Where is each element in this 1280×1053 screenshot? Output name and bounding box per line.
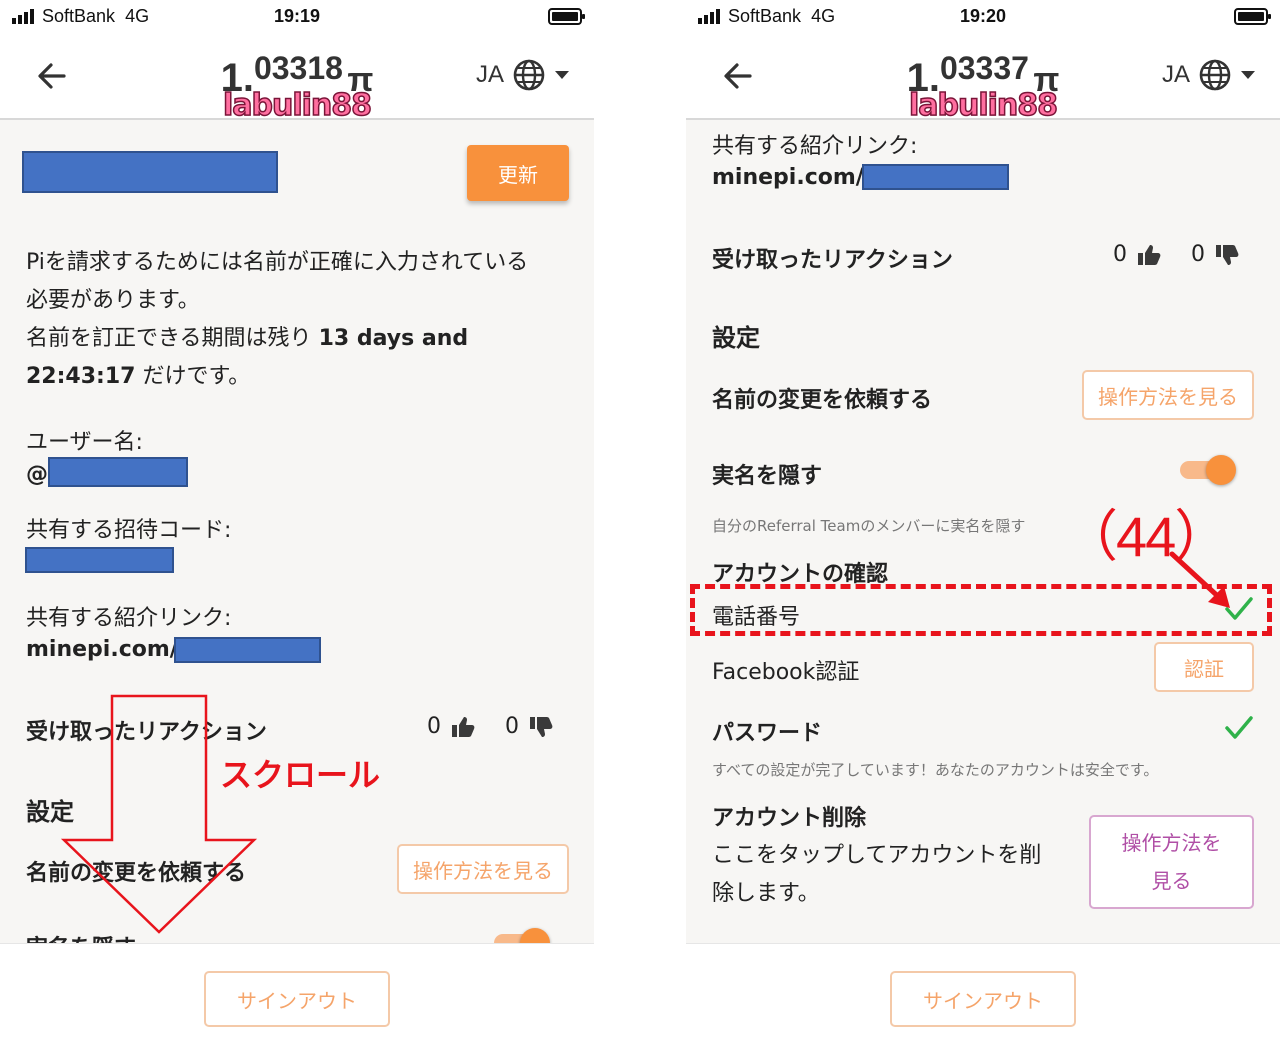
- chevron-down-icon: [555, 71, 569, 79]
- redacted-invite-code: [25, 547, 174, 573]
- remaining-days: 13 days and: [318, 326, 469, 351]
- thumbs-up-icon: [1138, 244, 1161, 265]
- redacted-referral-link: [174, 637, 321, 663]
- notice-suffix: だけです。: [142, 364, 251, 389]
- notice-line-3: 名前を訂正できる期間は残り: [26, 326, 312, 351]
- how-to-button[interactable]: 操作方法を見る: [1082, 370, 1254, 420]
- status-time: 19:20: [959, 6, 1007, 26]
- watermark: labulin88: [222, 87, 373, 124]
- settings-heading: 設定: [712, 324, 760, 352]
- username-prefix: @: [26, 462, 48, 487]
- facebook-auth-label: Facebook認証: [712, 660, 860, 685]
- profile-content: 更新 Piを請求するためには名前が正確に入力されている 必要があります。 名前を…: [0, 122, 594, 943]
- annotation-arrow-icon: [1169, 551, 1230, 608]
- language-selector[interactable]: JA: [1162, 58, 1256, 92]
- redacted-username: [48, 457, 188, 487]
- right-phone-screen: SoftBank 4G 19:20 1.03337 π labulin88 JA…: [686, 0, 1280, 1053]
- language-code: JA: [475, 61, 504, 88]
- language-selector[interactable]: JA: [476, 58, 570, 92]
- language-code: JA: [1161, 61, 1190, 88]
- password-label: パスワード: [712, 721, 823, 746]
- redacted-name-field[interactable]: [22, 151, 278, 193]
- thumbs-down-icon: [530, 716, 553, 737]
- dislikes-count: 0: [505, 714, 519, 739]
- referral-link-prefix[interactable]: minepi.com/: [26, 637, 178, 662]
- status-time: 19:19: [273, 6, 321, 26]
- how-to-button[interactable]: 操作方法を見る: [397, 844, 569, 894]
- delete-account-line-2[interactable]: 除します。: [712, 875, 820, 907]
- likes-count: 0: [1113, 242, 1127, 267]
- referral-link-label: 共有する紹介リンク:: [26, 606, 232, 631]
- delete-account-heading: アカウント削除: [712, 806, 867, 831]
- facebook-auth-button[interactable]: 認証: [1154, 642, 1254, 692]
- remaining-time: 22:43:17: [26, 364, 136, 389]
- status-bar: SoftBank 4G 19:19: [0, 0, 594, 32]
- hide-real-name-label: 実名を隠す: [712, 464, 823, 489]
- battery-icon: [1234, 8, 1271, 25]
- delete-how-to-button[interactable]: 操作方法を 見る: [1089, 815, 1254, 909]
- hide-real-name-toggle[interactable]: [494, 928, 550, 943]
- notice-line-2: 必要があります。: [26, 288, 200, 313]
- app-header: 1.03318 π labulin88 JA: [0, 32, 594, 124]
- reactions-label: 受け取ったリアクション: [712, 248, 953, 273]
- password-check-icon: [1225, 716, 1253, 739]
- battery-icon: [548, 8, 585, 25]
- redacted-referral-link: [862, 164, 1009, 190]
- globe-icon: [1199, 59, 1231, 91]
- bottom-bar: サインアウト: [686, 943, 1280, 1053]
- referral-link-prefix[interactable]: minepi.com/: [712, 165, 864, 190]
- watermark: labulin88: [908, 87, 1059, 124]
- delete-account-line-1[interactable]: ここをタップしてアカウントを削: [712, 837, 1041, 869]
- delete-how-to-line-1: 操作方法を: [1121, 831, 1222, 855]
- notice-line-1: Piを請求するためには名前が正確に入力されている: [26, 250, 529, 275]
- likes-count: 0: [427, 714, 441, 739]
- status-bar: SoftBank 4G 19:20: [686, 0, 1280, 32]
- scroll-down-arrow-annotation: [60, 694, 258, 934]
- referral-link-label: 共有する紹介リンク:: [712, 134, 918, 159]
- invite-code-label: 共有する招待コード:: [26, 518, 232, 543]
- hide-real-name-description: 自分のReferral Teamのメンバーに実名を隠す: [712, 517, 1026, 535]
- reactions-counts: 0 0: [1113, 242, 1239, 267]
- left-phone-screen: SoftBank 4G 19:19 1.03318 π labulin88 JA…: [0, 0, 594, 1053]
- bottom-bar: サインアウト: [0, 943, 594, 1053]
- thumbs-down-icon: [1216, 244, 1239, 265]
- scroll-annotation-text: スクロール: [220, 756, 381, 794]
- globe-icon: [513, 59, 545, 91]
- delete-how-to-line-2: 見る: [1151, 869, 1192, 893]
- dislikes-count: 0: [1191, 242, 1205, 267]
- app-header: 1.03337 π labulin88 JA: [686, 32, 1280, 124]
- thumbs-up-icon: [452, 716, 475, 737]
- chevron-down-icon: [1241, 71, 1255, 79]
- hide-real-name-toggle[interactable]: [1180, 455, 1236, 485]
- security-complete-message: すべての設定が完了しています！あなたのアカウントは安全です。: [712, 761, 1159, 779]
- signout-button[interactable]: サインアウト: [204, 971, 390, 1027]
- request-name-change-label: 名前の変更を依頼する: [712, 388, 933, 413]
- username-label: ユーザー名:: [26, 430, 143, 455]
- refresh-button[interactable]: 更新: [467, 145, 569, 201]
- profile-content: 共有する紹介リンク: minepi.com/ 受け取ったリアクション 0 0 設…: [686, 122, 1280, 943]
- reactions-counts: 0 0: [427, 714, 553, 739]
- signout-button[interactable]: サインアウト: [890, 971, 1076, 1027]
